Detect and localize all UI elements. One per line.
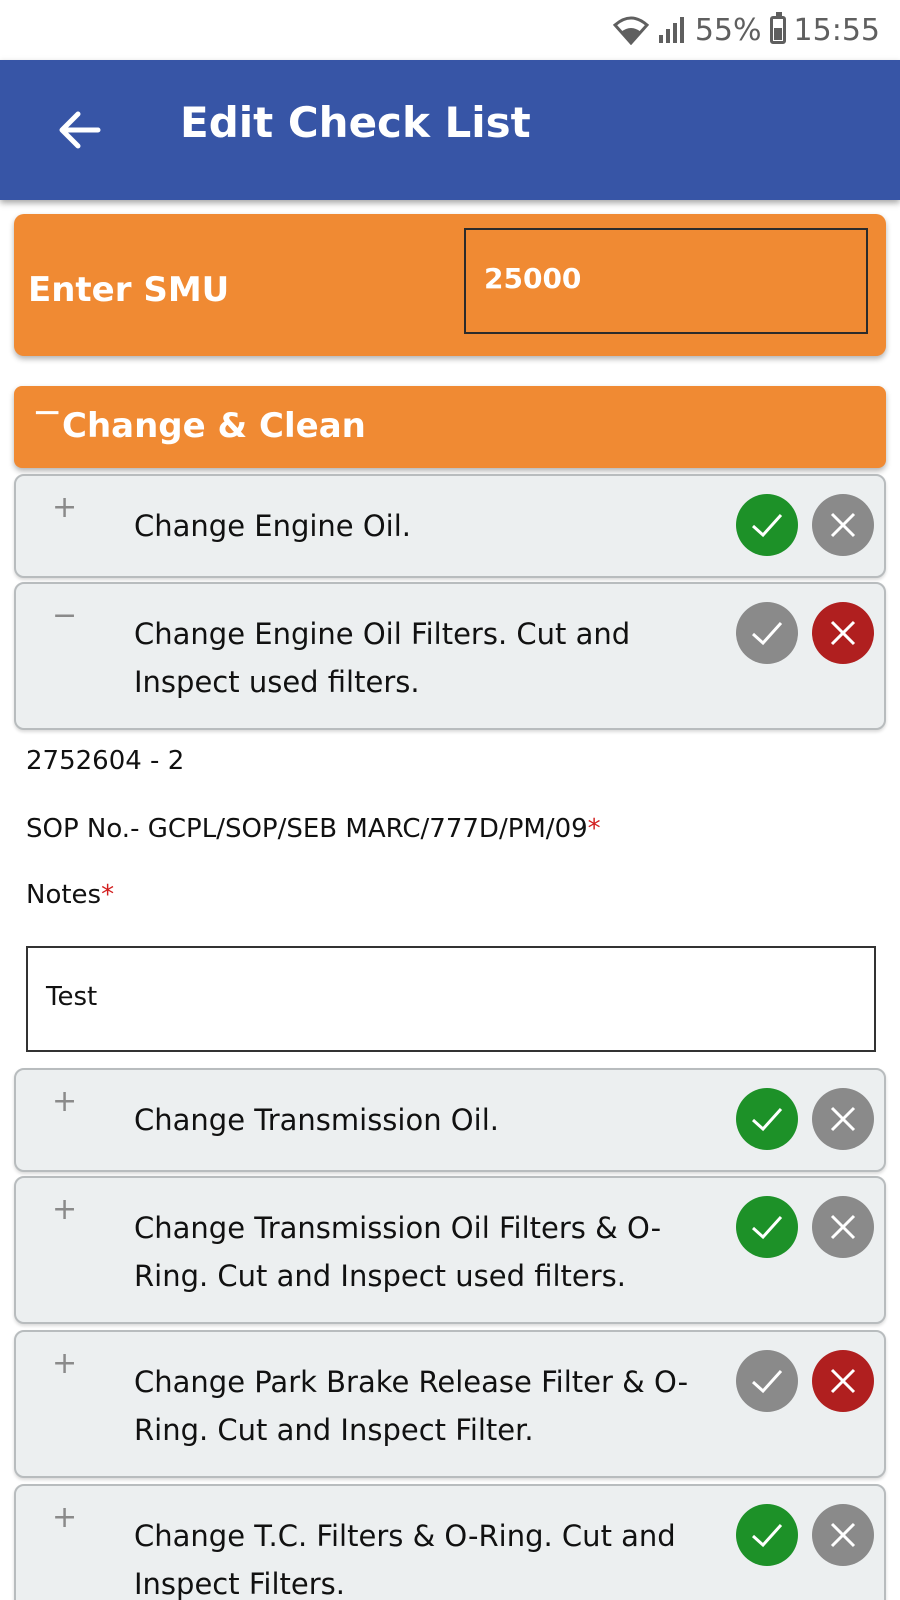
expand-icon[interactable]: +	[52, 490, 77, 525]
expand-icon[interactable]: +	[52, 1192, 77, 1227]
status-bar: 55% 15:55	[0, 0, 900, 60]
page-title: Edit Check List	[180, 98, 531, 147]
reject-button[interactable]	[812, 602, 874, 664]
item-text: Change Transmission Oil.	[134, 1103, 499, 1137]
smu-input[interactable]: 25000	[464, 228, 868, 334]
expand-icon[interactable]: +	[52, 1500, 77, 1535]
approve-button[interactable]	[736, 1088, 798, 1150]
wifi-icon	[612, 16, 649, 45]
arrow-left-icon	[59, 111, 101, 149]
clock: 15:55	[793, 12, 880, 48]
check-icon	[751, 1369, 783, 1394]
item-text: Change Park Brake Release Filter & O-Rin…	[134, 1365, 689, 1447]
section-header-change-clean[interactable]: − Change & Clean	[14, 386, 886, 468]
checklist-item: + Change T.C. Filters & O-Ring. Cut and …	[14, 1484, 886, 1600]
reject-button[interactable]	[812, 1088, 874, 1150]
close-icon	[830, 1106, 856, 1132]
smu-card: Enter SMU 25000	[14, 214, 886, 356]
item-text: Change T.C. Filters & O-Ring. Cut and In…	[134, 1519, 676, 1600]
battery-percent: 55%	[694, 12, 762, 48]
notes-label: Notes*	[26, 880, 114, 910]
expand-icon[interactable]: +	[52, 1346, 77, 1381]
section-title: Change & Clean	[62, 406, 366, 446]
sop-text: SOP No.- GCPL/SOP/SEB MARC/777D/PM/09	[26, 814, 588, 844]
check-icon	[751, 1107, 783, 1132]
checklist-item: + Change Transmission Oil.	[14, 1068, 886, 1172]
check-icon	[751, 1215, 783, 1240]
approve-button[interactable]	[736, 1504, 798, 1566]
checklist-item: − Change Engine Oil Filters. Cut and Ins…	[14, 582, 886, 730]
approve-button[interactable]	[736, 1196, 798, 1258]
part-number: 2752604 - 2	[26, 746, 185, 776]
smu-label: Enter SMU	[28, 270, 230, 310]
approve-button[interactable]	[736, 1350, 798, 1412]
required-marker: *	[101, 880, 115, 910]
close-icon	[830, 512, 856, 538]
approve-button[interactable]	[736, 494, 798, 556]
signal-icon	[658, 17, 684, 43]
check-icon	[751, 513, 783, 538]
sop-number: SOP No.- GCPL/SOP/SEB MARC/777D/PM/09*	[26, 814, 601, 844]
close-icon	[830, 1522, 856, 1548]
reject-button[interactable]	[812, 1196, 874, 1258]
collapse-icon: −	[32, 392, 63, 433]
approve-button[interactable]	[736, 602, 798, 664]
checklist-item: + Change Transmission Oil Filters & O-Ri…	[14, 1176, 886, 1324]
required-marker: *	[587, 814, 601, 844]
checklist-item: + Change Engine Oil.	[14, 474, 886, 578]
close-icon	[830, 1368, 856, 1394]
reject-button[interactable]	[812, 1504, 874, 1566]
close-icon	[830, 1214, 856, 1240]
item-text: Change Engine Oil Filters. Cut and Inspe…	[134, 617, 631, 699]
checklist-item: + Change Park Brake Release Filter & O-R…	[14, 1330, 886, 1478]
notes-label-text: Notes	[26, 880, 102, 910]
back-button[interactable]	[50, 100, 110, 160]
notes-input[interactable]: Test	[26, 946, 876, 1052]
check-icon	[751, 1523, 783, 1548]
collapse-icon[interactable]: −	[52, 598, 77, 633]
item-text: Change Transmission Oil Filters & O-Ring…	[134, 1211, 662, 1293]
expand-icon[interactable]: +	[52, 1084, 77, 1119]
app-bar: Edit Check List	[0, 60, 900, 200]
item-text: Change Engine Oil.	[134, 509, 412, 543]
battery-icon	[769, 12, 786, 44]
reject-button[interactable]	[812, 1350, 874, 1412]
check-icon	[751, 621, 783, 646]
close-icon	[830, 620, 856, 646]
reject-button[interactable]	[812, 494, 874, 556]
